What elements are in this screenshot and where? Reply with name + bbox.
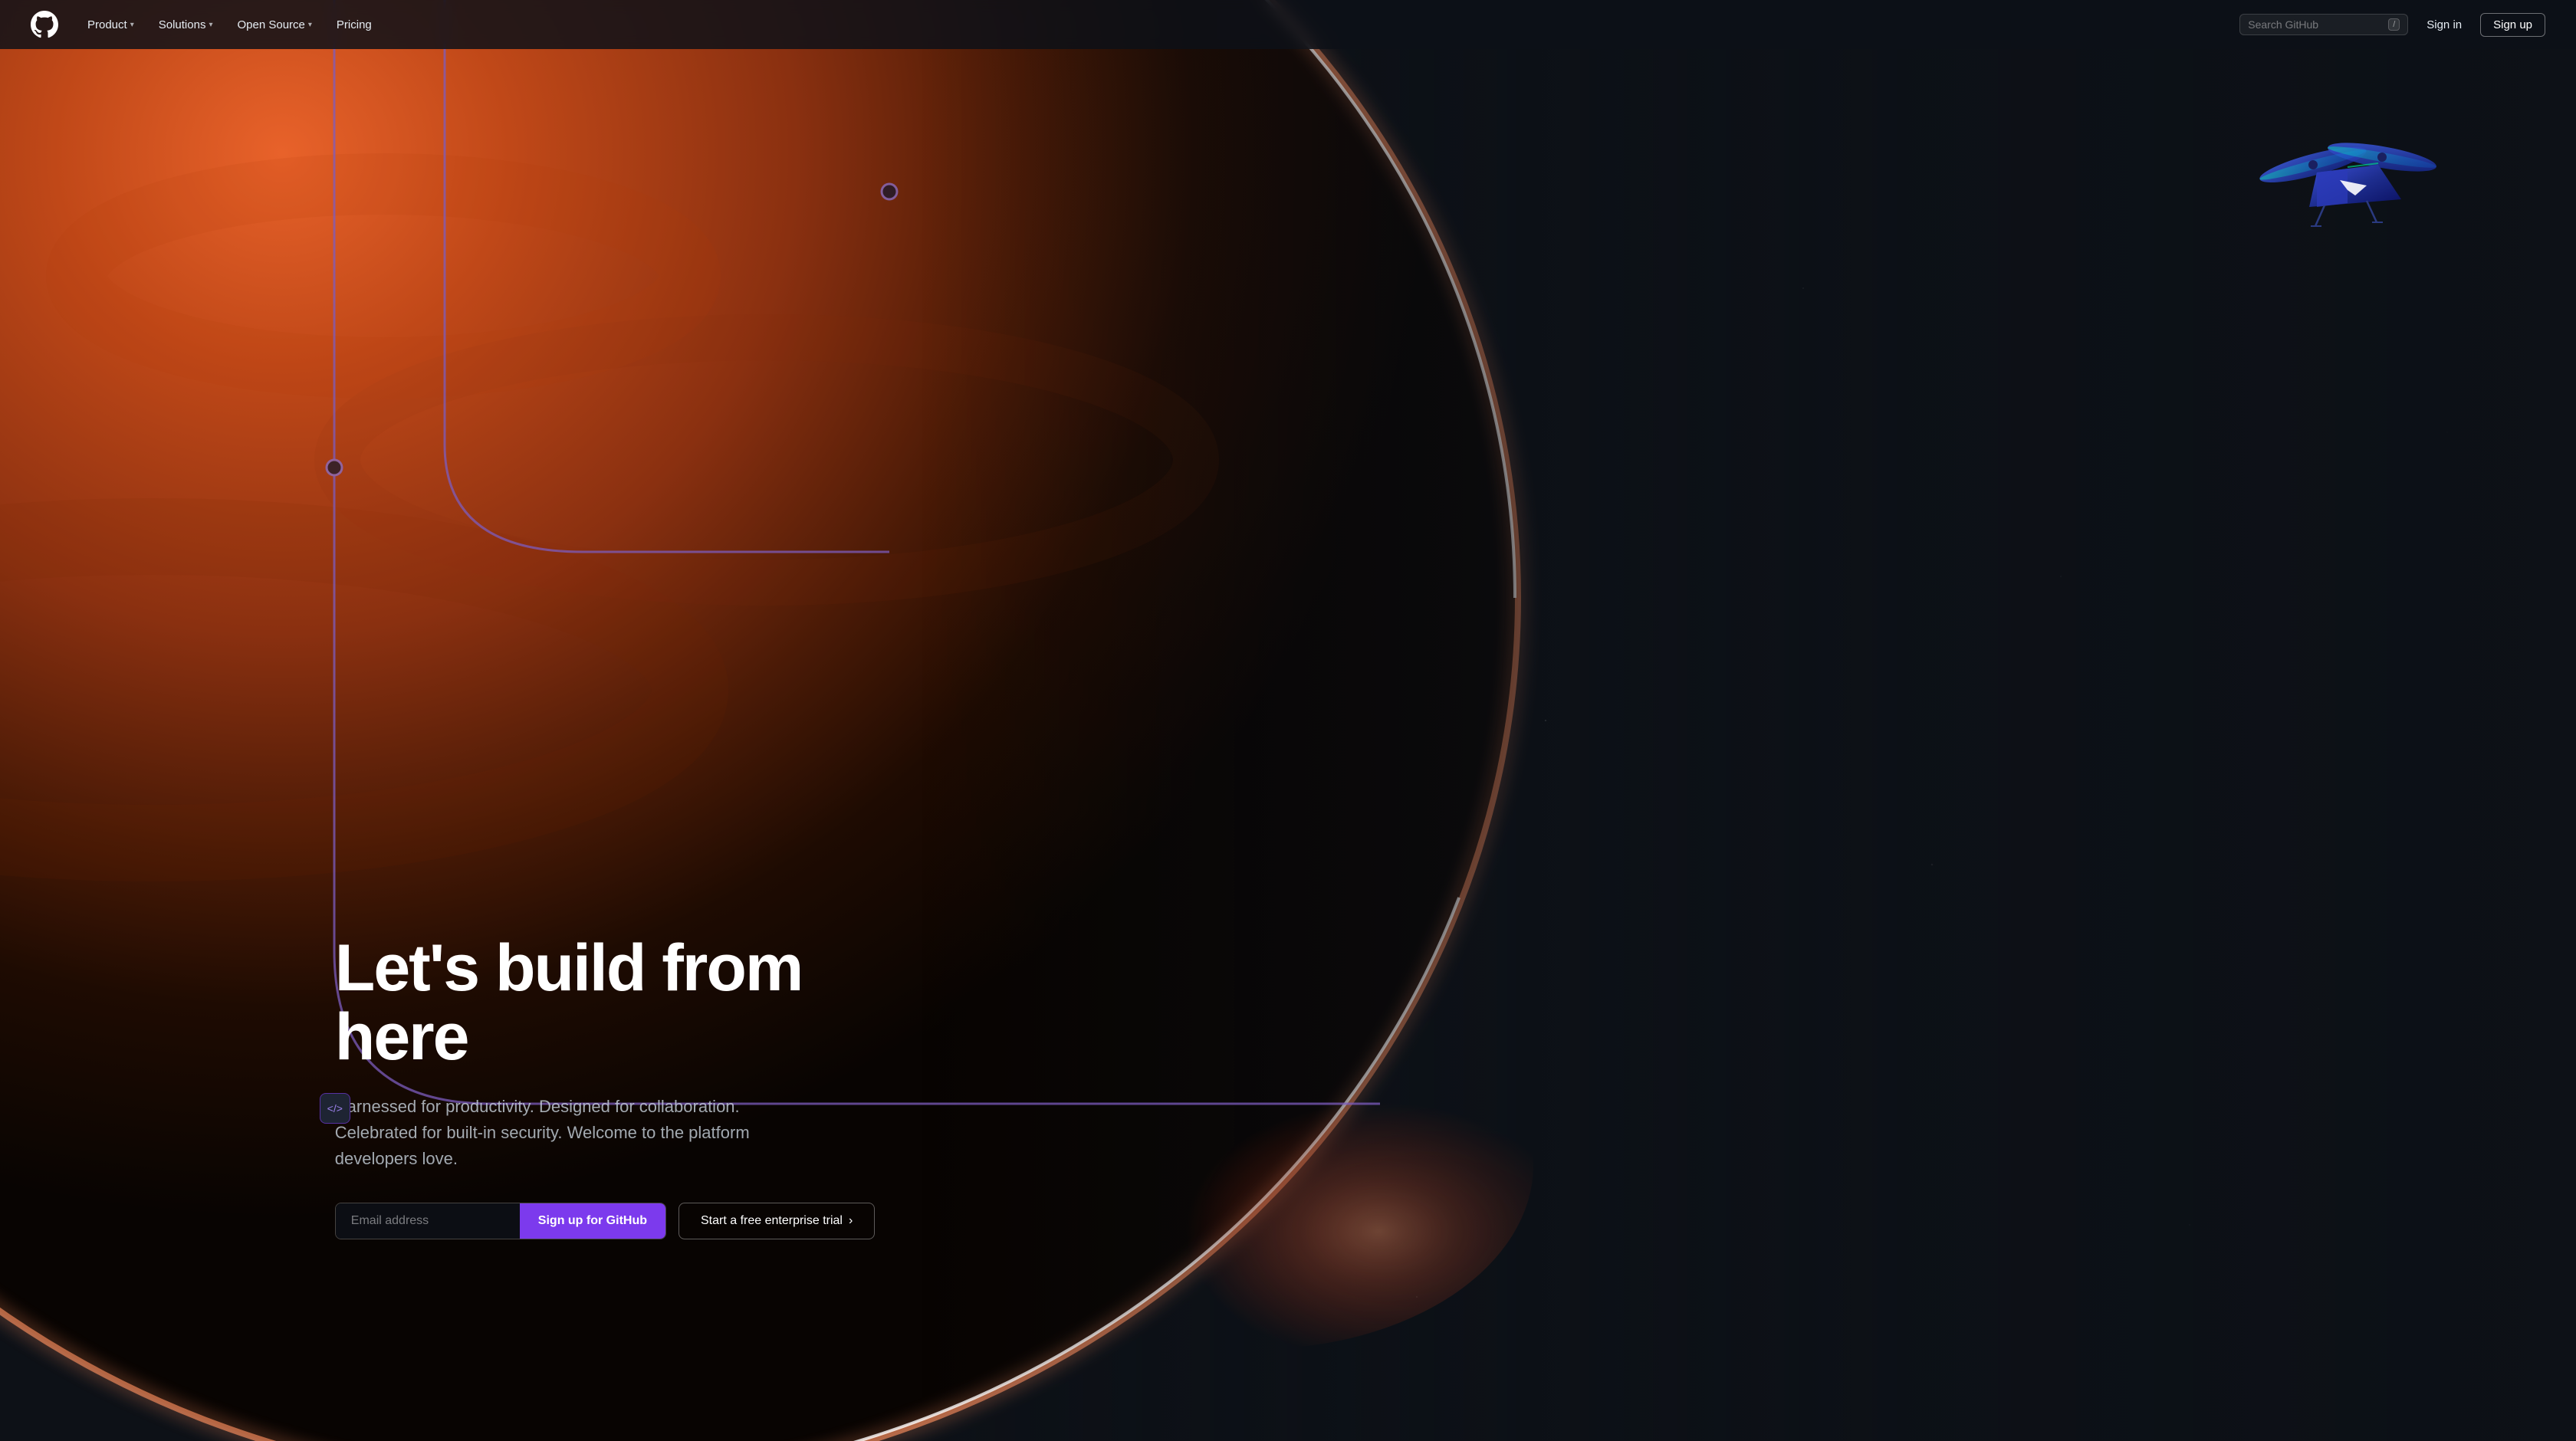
product-chevron-icon: ▾	[130, 21, 134, 29]
signin-button[interactable]: Sign in	[2417, 14, 2471, 36]
enterprise-trial-label: Start a free enterprise trial	[701, 1214, 843, 1228]
nav-product-label: Product	[87, 18, 127, 31]
email-signup-group: Sign up for GitHub	[335, 1203, 666, 1239]
search-input[interactable]	[2248, 18, 2382, 31]
code-icon: </>	[327, 1102, 343, 1114]
signup-github-button[interactable]: Sign up for GitHub	[520, 1203, 665, 1239]
opensource-chevron-icon: ▾	[308, 21, 312, 29]
hero-subtitle: Harnessed for productivity. Designed for…	[335, 1094, 810, 1172]
nav-links: Product ▾ Solutions ▾ Open Source ▾ Pric…	[77, 12, 2239, 38]
code-icon-badge: </>	[320, 1093, 350, 1124]
drone-illustration	[2248, 115, 2447, 268]
nav-opensource-label: Open Source	[237, 18, 304, 31]
signup-button[interactable]: Sign up	[2480, 13, 2545, 37]
nav-pricing-label: Pricing	[337, 18, 372, 31]
search-kbd-shortcut: /	[2388, 18, 2400, 31]
github-logo[interactable]	[31, 11, 58, 38]
enterprise-arrow-icon: ›	[849, 1214, 853, 1228]
nav-right: / Sign in Sign up	[2239, 13, 2545, 37]
nav-product[interactable]: Product ▾	[77, 12, 145, 38]
nav-opensource[interactable]: Open Source ▾	[226, 12, 322, 38]
search-box[interactable]: /	[2239, 14, 2408, 35]
nav-pricing[interactable]: Pricing	[326, 12, 383, 38]
email-input[interactable]	[336, 1203, 520, 1239]
navbar: Product ▾ Solutions ▾ Open Source ▾ Pric…	[0, 0, 2576, 49]
hero-title: Let's build from here	[335, 934, 918, 1072]
solutions-chevron-icon: ▾	[209, 21, 212, 29]
hero-section: Product ▾ Solutions ▾ Open Source ▾ Pric…	[0, 0, 2576, 1441]
hero-actions: Sign up for GitHub Start a free enterpri…	[335, 1203, 918, 1239]
nav-solutions[interactable]: Solutions ▾	[148, 12, 224, 38]
nav-solutions-label: Solutions	[159, 18, 206, 31]
enterprise-trial-button[interactable]: Start a free enterprise trial ›	[678, 1203, 875, 1239]
hero-content: Let's build from here Harnessed for prod…	[335, 934, 918, 1239]
